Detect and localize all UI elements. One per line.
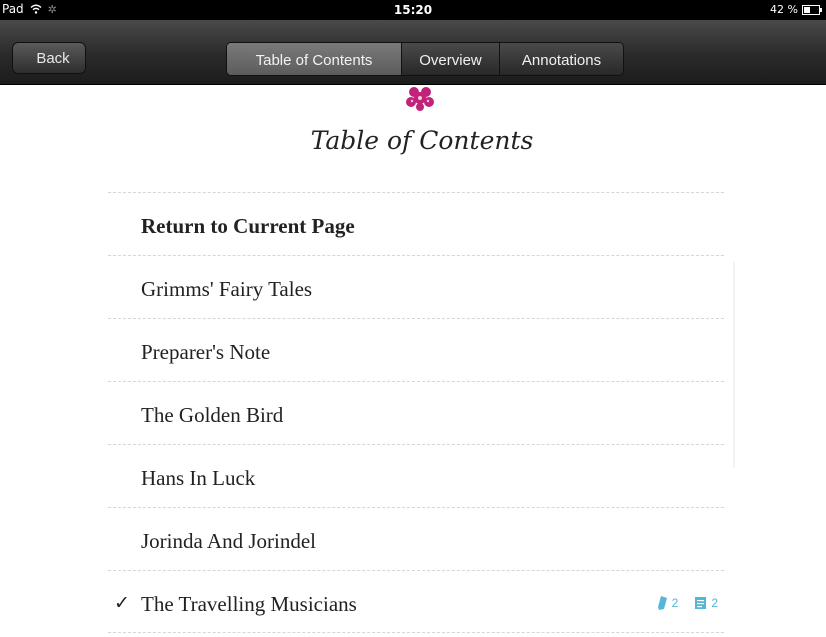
toc-item-grimms-fairy-tales[interactable]: Grimms' Fairy Tales (108, 255, 724, 318)
battery-fill (804, 6, 810, 13)
highlight-count: 2 (671, 596, 679, 610)
toc-item-label: The Travelling Musicians (141, 592, 357, 616)
navigation-bar: Back Table of Contents Overview Annotati… (0, 20, 826, 85)
back-button[interactable]: Back (12, 42, 86, 74)
toc-item-label: Return to Current Page (141, 214, 355, 238)
toc-item-the-travelling-musicians[interactable]: ✓ The Travelling Musicians 2 2 (108, 570, 724, 633)
toc-item-return-to-current-page[interactable]: Return to Current Page (108, 192, 724, 255)
toc-item-label: Preparer's Note (141, 340, 271, 364)
tab-annotations[interactable]: Annotations (499, 43, 623, 75)
tab-table-of-contents[interactable]: Table of Contents (227, 43, 401, 75)
annotation-badges: 2 2 (657, 595, 718, 611)
page-title: Table of Contents (310, 126, 534, 155)
toc-item-preparers-note[interactable]: Preparer's Note (108, 318, 724, 381)
status-bar: Pad ✲ 15:20 42 % (0, 0, 826, 20)
toc-item-label: Jorinda And Jorindel (141, 529, 316, 553)
app-page: Pad ✲ 15:20 42 % Back Table of Contents … (0, 0, 826, 637)
note-icon (695, 597, 707, 609)
view-segmented-control: Table of Contents Overview Annotations (226, 42, 624, 76)
status-right: 42 % (770, 3, 822, 16)
status-time: 15:20 (393, 3, 433, 17)
note-count: 2 (711, 596, 718, 610)
toc-item-the-golden-bird[interactable]: The Golden Bird (108, 381, 724, 444)
toc-item-label: Grimms' Fairy Tales (141, 277, 313, 301)
battery-percent: 42 % (770, 3, 798, 16)
tab-overview[interactable]: Overview (401, 43, 499, 75)
battery-icon (802, 4, 822, 15)
highlighter-icon (657, 596, 667, 610)
scroll-track (733, 262, 735, 468)
current-chapter-check-icon: ✓ (114, 592, 130, 614)
flower-ornament-icon (406, 87, 434, 111)
toc-item-label: The Golden Bird (141, 403, 284, 427)
toc-item-jorinda-and-jorindel[interactable]: Jorinda And Jorindel (108, 507, 724, 570)
toc-item-hans-in-luck[interactable]: Hans In Luck (108, 444, 724, 507)
toc-list: Return to Current Page Grimms' Fairy Tal… (108, 192, 724, 633)
toc-item-label: Hans In Luck (141, 466, 256, 490)
